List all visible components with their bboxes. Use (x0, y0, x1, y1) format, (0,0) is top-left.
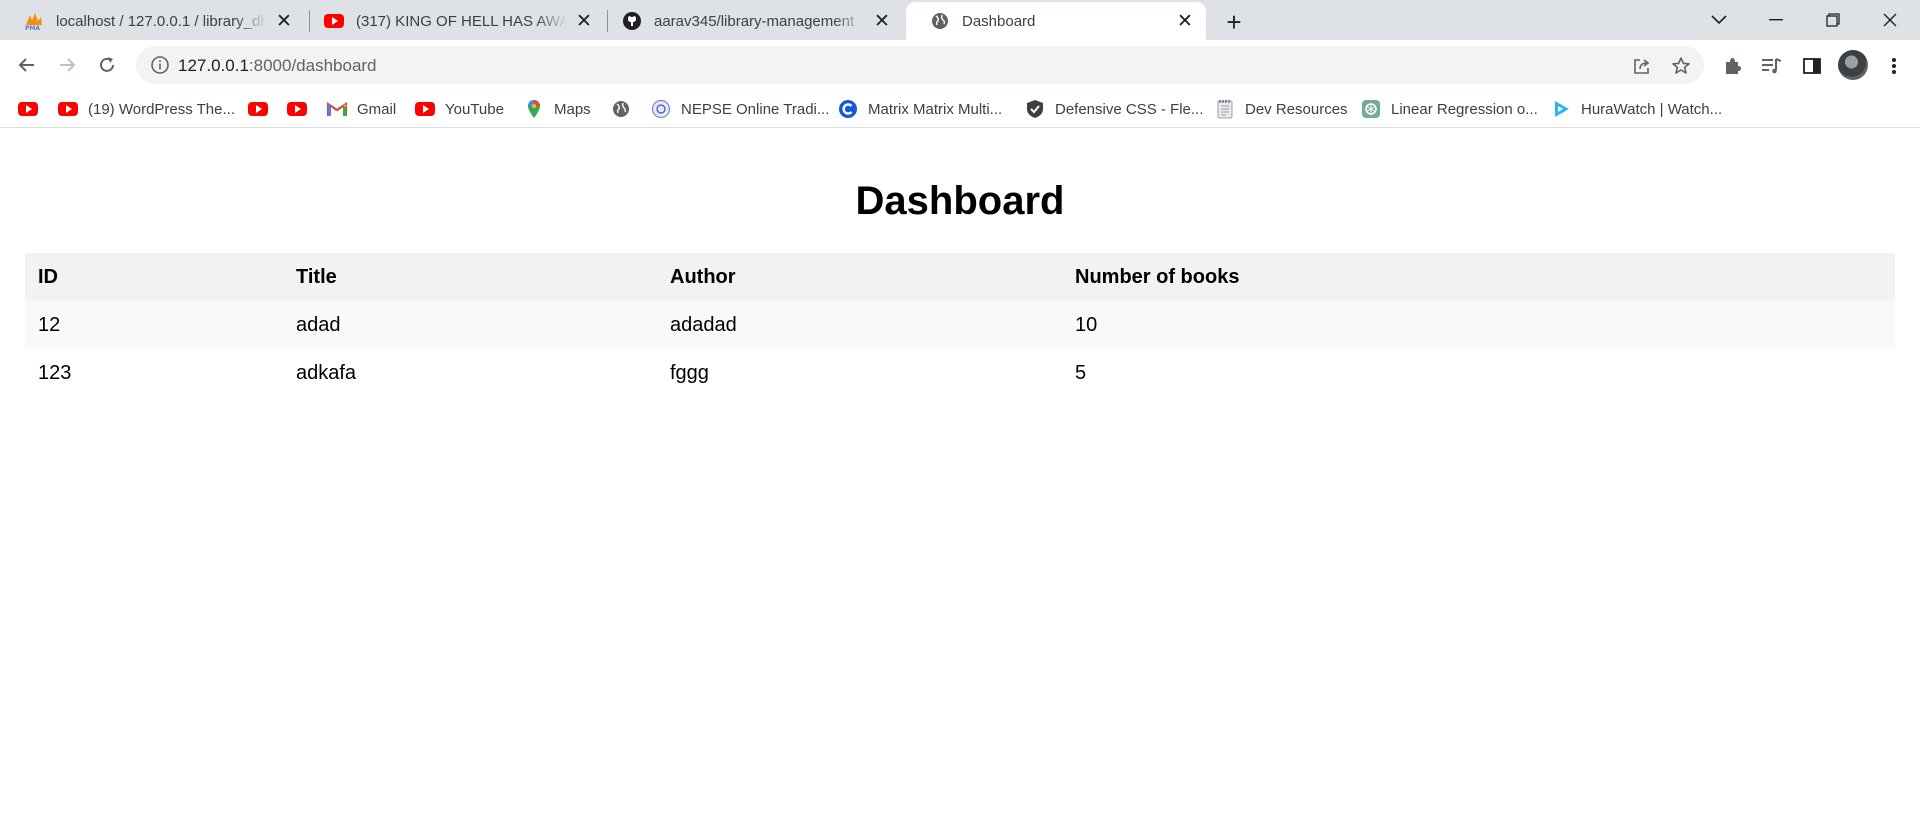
cell-id: 123 (25, 349, 283, 397)
close-icon[interactable]: ✕ (871, 10, 893, 32)
globe-icon (611, 99, 631, 119)
cell-number-of-books: 5 (1062, 349, 1895, 397)
globe-icon (930, 11, 950, 31)
bookmark-youtube-main[interactable]: YouTube (415, 96, 504, 122)
bookmark-wordpress[interactable]: (19) WordPress The... (58, 96, 235, 122)
bookmark-label: Defensive CSS - Fle... (1055, 100, 1204, 118)
page-content: Dashboard ID Title Author Number of book… (0, 129, 1920, 837)
bookmark-hurawatch[interactable]: HuraWatch | Watch... (1551, 96, 1722, 122)
cell-title: adad (283, 301, 657, 349)
new-tab-button[interactable]: + (1220, 7, 1248, 37)
cell-author: fggg (657, 349, 1062, 397)
bookmark-label: Maps (554, 100, 591, 118)
bookmark-globe[interactable] (611, 96, 631, 122)
cell-title: adkafa (283, 349, 657, 397)
bookmark-label: YouTube (445, 100, 504, 118)
close-icon[interactable]: ✕ (573, 10, 595, 32)
github-icon (622, 11, 642, 31)
bookmark-dev-resources[interactable]: Dev Resources (1215, 96, 1348, 122)
column-header-id: ID (25, 253, 283, 301)
books-table: ID Title Author Number of books 12 adad … (25, 253, 1895, 397)
tab-phpmyadmin[interactable]: PMA localhost / 127.0.0.1 / library_db /… (0, 2, 305, 40)
youtube-icon (248, 99, 268, 119)
bookmark-linear-regression[interactable]: Linear Regression o... (1361, 96, 1538, 122)
nepse-icon (651, 99, 671, 119)
more-menu-icon[interactable] (1882, 54, 1906, 78)
column-header-author: Author (657, 253, 1062, 301)
cell-number-of-books: 10 (1062, 301, 1895, 349)
youtube-icon (415, 99, 435, 119)
column-header-number-of-books: Number of books (1062, 253, 1895, 301)
bookmark-youtube-1[interactable] (18, 96, 38, 122)
table-row: 12 adad adadad 10 (25, 301, 1895, 349)
bookmark-nepse[interactable]: NEPSE Online Tradi... (651, 96, 829, 122)
media-queue-icon[interactable] (1760, 54, 1784, 78)
bookmark-label: Linear Regression o... (1391, 100, 1538, 118)
tab-search-chevron-down-icon[interactable] (1696, 0, 1742, 40)
tab-github[interactable]: aarav345/library-management ✕ (598, 2, 903, 40)
bookmark-youtube-3[interactable] (287, 96, 307, 122)
table-row: 123 adkafa fggg 5 (25, 349, 1895, 397)
svg-text:PMA: PMA (25, 25, 40, 31)
tab-dashboard[interactable]: Dashboard ✕ (906, 2, 1206, 40)
youtube-icon (287, 99, 307, 119)
tab-title: localhost / 127.0.0.1 / library_db / (56, 12, 267, 30)
bookmark-youtube-2[interactable] (248, 96, 268, 122)
youtube-icon (324, 11, 344, 31)
shield-icon (1025, 99, 1045, 119)
bookmark-label: Dev Resources (1245, 100, 1348, 118)
close-icon[interactable]: ✕ (273, 10, 295, 32)
column-header-title: Title (283, 253, 657, 301)
forward-arrow-icon[interactable] (50, 48, 84, 82)
tab-youtube[interactable]: (317) KING OF HELL HAS AWAKENED ✕ (300, 2, 605, 40)
star-icon[interactable] (1670, 55, 1692, 77)
site-info-icon[interactable] (150, 55, 170, 75)
url-path: :8000/dashboard (248, 56, 377, 75)
notepad-icon (1215, 99, 1235, 119)
cell-id: 12 (25, 301, 283, 349)
bookmark-label: Gmail (357, 100, 397, 118)
bookmarks-bar: (19) WordPress The... Gmail YouTube Maps… (0, 90, 1920, 128)
side-panel-icon[interactable] (1800, 54, 1824, 78)
bookmark-label: Matrix Matrix Multi... (868, 100, 1003, 118)
address-bar[interactable]: 127.0.0.1:8000/dashboard (136, 46, 1704, 84)
play-icon (1551, 99, 1571, 119)
reload-icon[interactable] (90, 48, 124, 82)
url-host: 127.0.0.1 (178, 56, 249, 75)
bookmark-label: HuraWatch | Watch... (1581, 100, 1723, 118)
close-icon[interactable]: ✕ (1174, 10, 1196, 32)
back-arrow-icon[interactable] (10, 48, 44, 82)
bookmark-defensive-css[interactable]: Defensive CSS - Fle... (1025, 96, 1203, 122)
extensions-puzzle-icon[interactable] (1720, 54, 1744, 78)
tab-title: aarav345/library-management (654, 12, 855, 30)
table-header-row: ID Title Author Number of books (25, 253, 1895, 301)
tab-strip: PMA localhost / 127.0.0.1 / library_db /… (0, 0, 1920, 40)
youtube-icon (58, 99, 78, 119)
minimize-icon[interactable] (1753, 0, 1799, 40)
page-title: Dashboard (855, 179, 1065, 223)
profile-avatar[interactable] (1838, 50, 1868, 80)
phpmyadmin-icon: PMA (24, 11, 44, 31)
bookmark-label: (19) WordPress The... (88, 100, 235, 118)
gmail-icon (327, 99, 347, 119)
bookmark-gmail[interactable]: Gmail (327, 96, 396, 122)
chatgpt-icon (1361, 99, 1381, 119)
c-logo-icon (838, 99, 858, 119)
tab-title: (317) KING OF HELL HAS AWAKENED (356, 12, 567, 30)
share-icon[interactable] (1631, 55, 1653, 77)
tab-title: Dashboard (962, 12, 1036, 30)
bookmark-label: NEPSE Online Tradi... (681, 100, 830, 118)
maps-pin-icon (524, 99, 544, 119)
restore-icon[interactable] (1810, 0, 1856, 40)
browser-toolbar: 127.0.0.1:8000/dashboard (0, 40, 1920, 90)
youtube-icon (18, 99, 38, 119)
bookmark-matrix[interactable]: Matrix Matrix Multi... (838, 96, 1002, 122)
url-text: 127.0.0.1:8000/dashboard (178, 56, 377, 76)
cell-author: adadad (657, 301, 1062, 349)
close-window-icon[interactable] (1867, 0, 1913, 40)
bookmark-maps[interactable]: Maps (524, 96, 591, 122)
